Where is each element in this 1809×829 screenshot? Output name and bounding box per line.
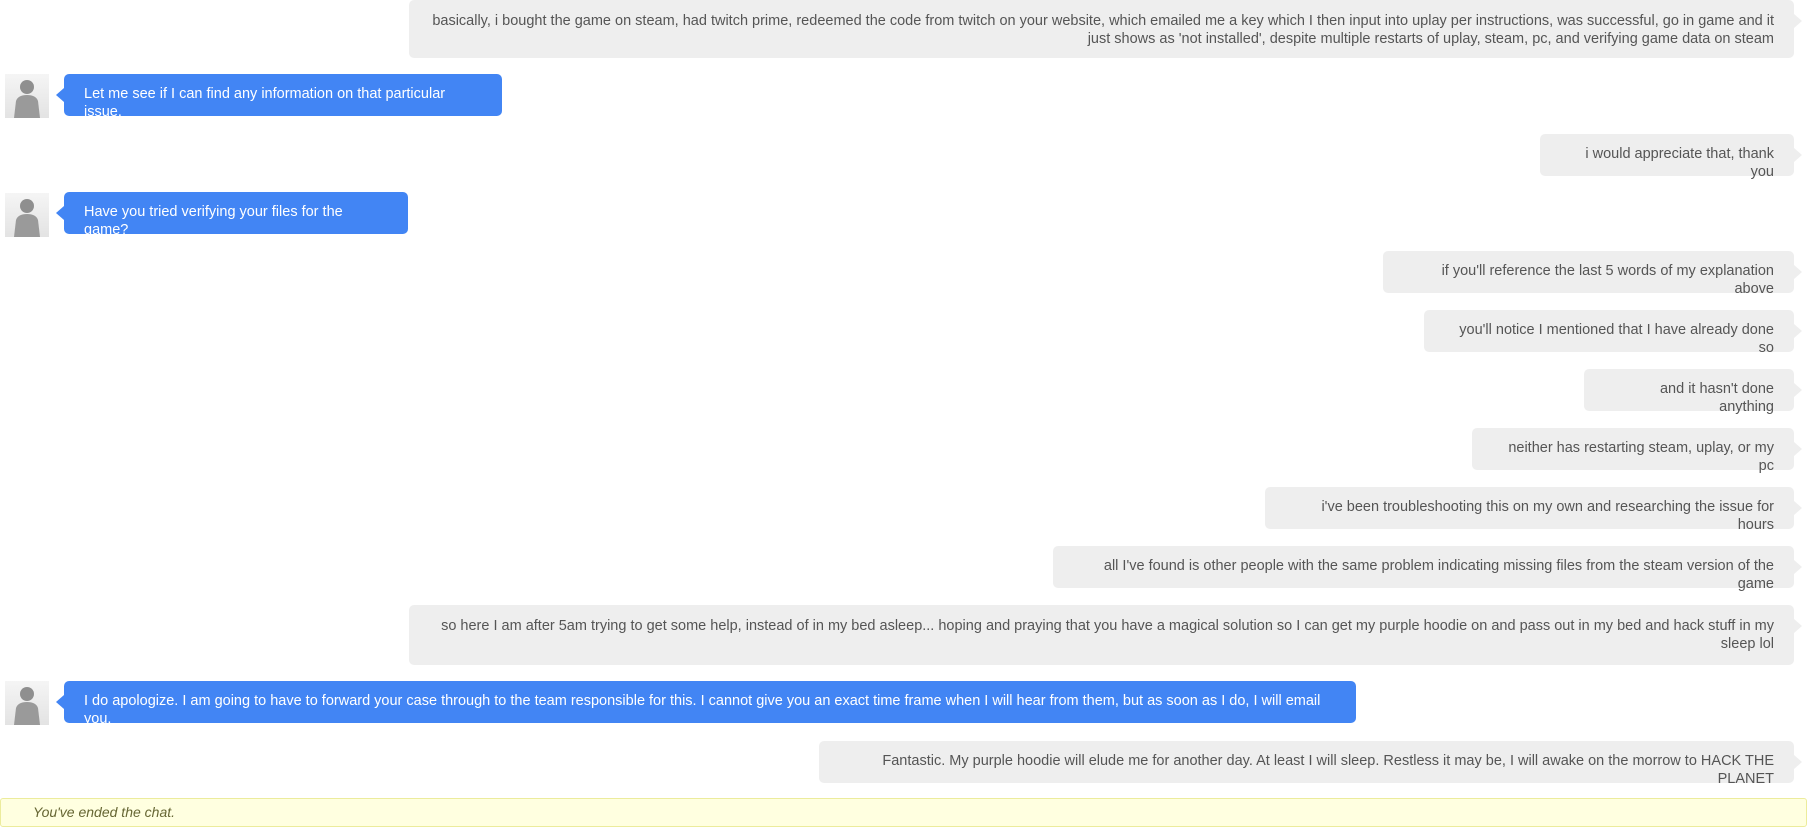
user-message: basically, i bought the game on steam, h…: [409, 0, 1802, 58]
agent-avatar-icon: [5, 681, 49, 725]
user-message: and it hasn't done anything: [1584, 369, 1802, 415]
chat-transcript: basically, i bought the game on steam, h…: [0, 0, 1809, 829]
agent-avatar-icon: [5, 74, 49, 118]
chat-ended-status: You've ended the chat.: [0, 798, 1807, 827]
user-message: i've been troubleshooting this on my own…: [1265, 487, 1802, 533]
user-message: if you'll reference the last 5 words of …: [1383, 251, 1802, 297]
user-message: Fantastic. My purple hoodie will elude m…: [819, 741, 1802, 787]
user-message: so here I am after 5am trying to get som…: [409, 605, 1802, 665]
agent-message: I do apologize. I am going to have to fo…: [56, 681, 1356, 727]
user-message: all I've found is other people with the …: [1053, 546, 1802, 592]
user-message: neither has restarting steam, uplay, or …: [1472, 428, 1802, 474]
user-message: i would appreciate that, thank you: [1540, 134, 1802, 180]
user-message: you'll notice I mentioned that I have al…: [1424, 310, 1802, 356]
agent-avatar-icon: [5, 193, 49, 237]
agent-message: Let me see if I can find any information…: [56, 74, 502, 120]
agent-message: Have you tried verifying your files for …: [56, 192, 408, 238]
